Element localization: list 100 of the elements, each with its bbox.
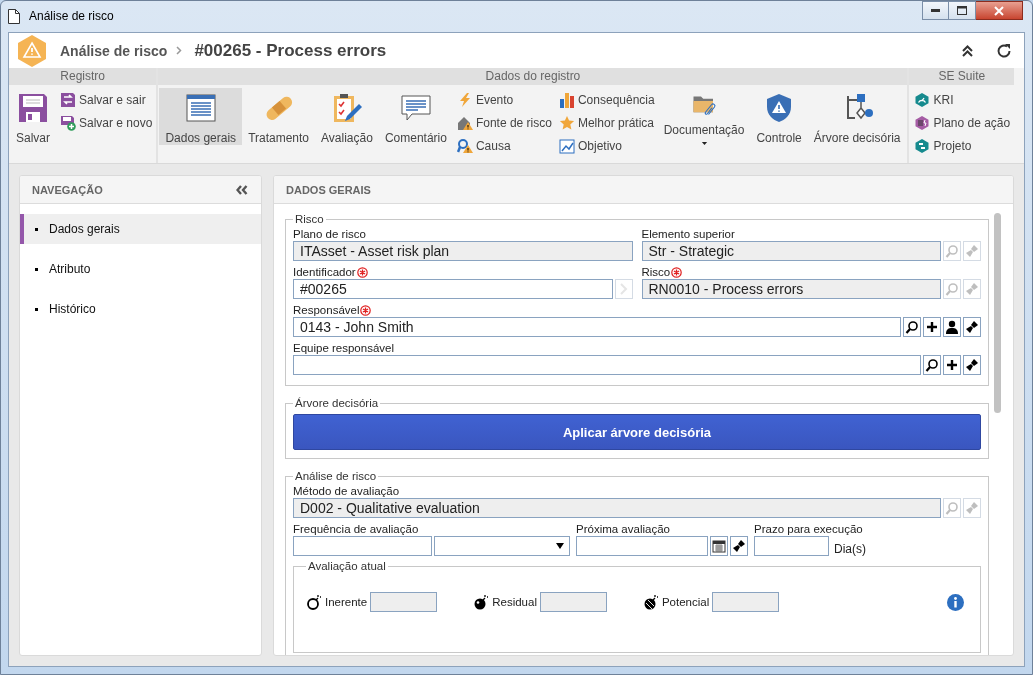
magnifier-warning-icon [456, 138, 473, 154]
bomb-striped-icon [642, 594, 659, 610]
ribbon-button[interactable]: Plano de ação [910, 112, 1014, 134]
floppy-icon [17, 92, 49, 124]
scrollbar-thumb[interactable] [994, 213, 1001, 413]
refresh-icon[interactable] [996, 42, 1012, 59]
ribbon-button[interactable]: Árvore decisória [807, 88, 907, 145]
text-field[interactable] [754, 536, 829, 556]
clear-button[interactable] [730, 536, 748, 556]
field-label: Frequência de avaliação [293, 523, 419, 535]
ribbon-button[interactable]: Consequência [554, 89, 658, 111]
brush-icon [965, 244, 979, 258]
bar-chart-icon [558, 92, 575, 108]
ribbon-button[interactable]: Objetivo [554, 135, 658, 157]
field-label: Plano de risco [293, 228, 366, 240]
section-legend: Análise de risco [293, 470, 379, 482]
rating-field[interactable] [370, 592, 438, 612]
apply-button[interactable]: Aplicar árvore decisória [293, 414, 981, 450]
nav-item[interactable]: Dados gerais [20, 214, 261, 244]
rating-label: Inerente [325, 596, 368, 608]
close-button[interactable] [976, 1, 1023, 20]
field-label: Prazo para execução [754, 523, 863, 535]
house-warning-icon [456, 115, 473, 131]
document-icon [8, 8, 20, 24]
page-title: #00265 - Process errors [194, 40, 387, 61]
ribbon-button[interactable]: Evento [452, 89, 555, 111]
panel-title: DADOS GERAIS [286, 183, 371, 196]
brush-icon [965, 358, 979, 372]
search-icon [945, 244, 959, 258]
add-button[interactable] [923, 317, 941, 337]
ribbon-button[interactable]: Dados gerais [159, 88, 243, 145]
text-field[interactable] [576, 536, 708, 556]
section-legend: Árvore decisória [293, 397, 381, 409]
minimize-button[interactable] [922, 1, 949, 20]
ribbon-button[interactable]: Avaliação [315, 88, 379, 145]
ribbon-button[interactable]: Controle [750, 88, 808, 145]
search-button[interactable] [923, 355, 941, 375]
section-legend: Avaliação atual [306, 560, 388, 572]
text-field[interactable]: #00265 [293, 279, 613, 299]
nav-item[interactable]: Atributo [20, 254, 261, 284]
rating-field[interactable] [539, 592, 607, 612]
field-label: Próxima avaliação [576, 523, 670, 535]
ribbon-button[interactable]: Salvar e sair [56, 89, 156, 111]
search-icon [925, 358, 939, 372]
clear-button[interactable] [963, 355, 981, 375]
text-field[interactable] [293, 536, 432, 556]
ribbon-button[interactable]: Fonte de risco [452, 112, 555, 134]
search-icon [945, 282, 959, 296]
collapse-icon[interactable] [236, 184, 248, 195]
maximize-icon [957, 6, 967, 15]
brush-icon [732, 539, 746, 553]
calendar-button[interactable] [710, 536, 728, 556]
breadcrumb-link[interactable]: Análise de risco [60, 42, 168, 59]
rating-field[interactable] [712, 592, 780, 612]
hexagon-icon [914, 138, 931, 154]
field-label: Elemento superior [641, 228, 735, 240]
ribbon-group-label: Dados do registro [158, 68, 908, 85]
user-button[interactable] [943, 317, 961, 337]
rating-label: Residual [492, 596, 537, 608]
text-field[interactable] [293, 355, 921, 375]
unit-label: Dia(s) [834, 540, 866, 556]
add-button[interactable] [943, 355, 961, 375]
bullet-icon [35, 227, 38, 231]
text-field[interactable]: RN0010 - Process errors [641, 279, 941, 299]
nav-item-label: Dados gerais [49, 222, 120, 236]
close-icon [994, 5, 1004, 16]
field-label: Responsável [293, 304, 360, 316]
ribbon-button[interactable]: Melhor prática [554, 112, 658, 134]
ribbon-button[interactable]: Tratamento [242, 88, 316, 145]
line-chart-icon [558, 138, 575, 154]
search-button[interactable] [903, 317, 921, 337]
text-field[interactable]: 0143 - John Smith [293, 317, 901, 337]
info-icon[interactable] [947, 593, 964, 611]
ribbon-button[interactable]: Comentário [378, 88, 453, 145]
text-field[interactable]: Str - Strategic [641, 241, 941, 261]
caret-icon [556, 543, 564, 549]
nav-item[interactable]: Histórico [20, 294, 261, 324]
hexagon-gauge-icon [914, 92, 931, 108]
clear-button[interactable] [963, 317, 981, 337]
chevron-right-icon [176, 46, 183, 55]
hexagon-list-icon [914, 115, 931, 131]
bomb-icon [473, 594, 490, 610]
bomb-outline-icon [306, 594, 322, 610]
field-label: Método de avaliação [293, 485, 400, 497]
text-field[interactable]: ITAsset - Asset risk plan [293, 241, 633, 261]
ribbon-button[interactable]: Projeto [910, 135, 1014, 157]
ribbon-button[interactable]: Documentação [657, 88, 751, 145]
ribbon-group-label: SE Suite [909, 68, 1015, 85]
ribbon-button[interactable]: KRI [910, 89, 1014, 111]
nav-item-label: Histórico [49, 302, 96, 316]
bullet-icon [35, 267, 38, 271]
brush-icon [965, 501, 979, 515]
star-icon [558, 115, 575, 131]
ribbon-button[interactable]: Salvar [10, 88, 56, 145]
text-field[interactable]: D002 - Qualitative evaluation [293, 498, 941, 518]
dropdown-field[interactable] [434, 536, 570, 556]
maximize-button[interactable] [949, 1, 976, 20]
ribbon-button[interactable]: Causa [452, 135, 555, 157]
ribbon-button[interactable]: Salvar e novo [56, 112, 156, 134]
double-chevron-up-icon[interactable] [962, 44, 973, 57]
